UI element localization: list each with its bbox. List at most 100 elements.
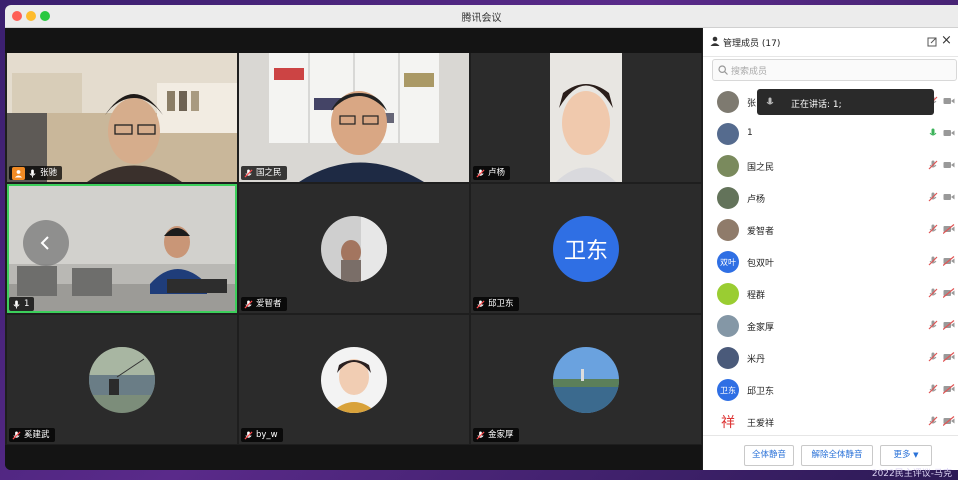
mic-muted-icon[interactable]: [928, 288, 938, 298]
video-tile[interactable]: 金家厚: [471, 315, 701, 444]
camera-off-icon[interactable]: [943, 384, 955, 394]
member-row[interactable]: 祥 王爱祥: [703, 406, 958, 438]
participant-avatar: [89, 346, 155, 413]
camera-off-icon[interactable]: [943, 320, 955, 330]
mic-muted-icon: [244, 168, 253, 178]
member-row[interactable]: 卢杨: [703, 182, 958, 214]
mic-muted-icon: [244, 430, 253, 440]
back-button[interactable]: [23, 220, 69, 266]
host-badge-icon: [12, 166, 25, 180]
member-row[interactable]: 金家厚: [703, 310, 958, 342]
participant-video: [7, 53, 237, 182]
member-row[interactable]: 国之民: [703, 150, 958, 182]
video-tile[interactable]: by_w: [239, 315, 469, 444]
mic-icon[interactable]: [928, 128, 938, 138]
camera-off-icon[interactable]: [943, 352, 955, 362]
meeting-window: 腾讯会议 张驰 国之民 卢杨 1 爱智者 卫东 邱卫东 奚建武 by_w 金家厚…: [5, 5, 958, 470]
mic-muted-icon[interactable]: [928, 416, 938, 426]
avatar-initials: 卫东: [563, 238, 608, 264]
avatar-initials: 卫东: [720, 385, 736, 395]
mic-muted-icon: [244, 299, 253, 309]
member-row[interactable]: 爱智者: [703, 214, 958, 246]
mic-muted-icon: [476, 430, 485, 440]
participant-avatar: [321, 346, 387, 413]
member-name: 金家厚: [747, 323, 775, 333]
member-name: 爱智者: [747, 227, 775, 237]
member-avatar: [717, 219, 739, 241]
popout-icon[interactable]: [927, 37, 937, 47]
speaking-text: 正在讲话: 1;: [791, 100, 842, 110]
search-icon: [718, 65, 728, 75]
mic-muted-icon[interactable]: [928, 352, 938, 362]
video-tile-active-speaker[interactable]: 1: [7, 184, 237, 313]
video-tile[interactable]: 张驰: [7, 53, 237, 182]
member-row[interactable]: 1: [703, 118, 958, 150]
mic-muted-icon: [12, 430, 21, 440]
video-tile[interactable]: 卢杨: [471, 53, 701, 182]
member-name: 1: [747, 128, 753, 138]
mic-muted-icon[interactable]: [928, 192, 938, 202]
camera-off-icon[interactable]: [943, 256, 955, 266]
member-name: 张: [747, 99, 757, 109]
member-row[interactable]: 卫东 邱卫东: [703, 374, 958, 406]
member-avatar: [717, 155, 739, 177]
mic-muted-icon[interactable]: [928, 320, 938, 330]
member-panel-title: 管理成员 (17): [723, 39, 781, 49]
mic-muted-icon[interactable]: [928, 384, 938, 394]
member-panel-footer: 全体静音 解除全体静音 更多 ▼: [703, 435, 958, 470]
mic-icon: [766, 97, 774, 105]
close-panel-button[interactable]: ×: [941, 33, 952, 48]
avatar-initials: 双叶: [720, 257, 736, 267]
mic-muted-icon[interactable]: [928, 224, 938, 234]
member-avatar: 卫东: [717, 379, 739, 401]
watermark-text: 2022民主评议-马克: [871, 469, 952, 479]
mute-all-button[interactable]: 全体静音: [744, 445, 794, 466]
member-avatar: [717, 91, 739, 113]
member-row[interactable]: 双叶 包双叶: [703, 246, 958, 278]
camera-off-icon[interactable]: [943, 288, 955, 298]
member-search-input[interactable]: 搜索成员: [712, 59, 957, 81]
member-name: 邱卫东: [747, 387, 775, 397]
mic-muted-icon[interactable]: [928, 256, 938, 266]
participant-avatar: [321, 215, 387, 282]
camera-icon[interactable]: [943, 192, 955, 202]
member-avatar: [717, 315, 739, 337]
participant-video: [471, 53, 701, 182]
member-name: 卢杨: [747, 195, 766, 205]
participant-name: 1: [24, 299, 30, 309]
member-name: 程群: [747, 291, 766, 301]
camera-icon[interactable]: [943, 160, 955, 170]
camera-icon[interactable]: [943, 128, 955, 138]
mic-muted-icon[interactable]: [928, 160, 938, 170]
video-top-strip: [5, 28, 702, 53]
mic-muted-icon: [476, 299, 485, 309]
video-tile[interactable]: 卫东 邱卫东: [471, 184, 701, 313]
camera-off-icon[interactable]: [943, 224, 955, 234]
unmute-all-button[interactable]: 解除全体静音: [801, 445, 873, 466]
video-tile[interactable]: 国之民: [239, 53, 469, 182]
member-row[interactable]: 程群: [703, 278, 958, 310]
mic-icon: [13, 299, 20, 309]
member-avatar: 双叶: [717, 251, 739, 273]
participant-name-label: 1: [9, 297, 35, 311]
participant-name-label: 邱卫东: [473, 297, 519, 311]
member-avatar: [717, 283, 739, 305]
video-tile[interactable]: 奚建武: [7, 315, 237, 444]
speaking-tooltip: 正在讲话: 1;: [757, 89, 934, 115]
participant-name: 张驰: [40, 168, 58, 178]
mic-icon: [29, 168, 36, 178]
member-avatar: [717, 123, 739, 145]
more-button[interactable]: 更多 ▼: [880, 445, 932, 466]
video-tile[interactable]: 爱智者: [239, 184, 469, 313]
camera-icon[interactable]: [943, 96, 955, 106]
member-name: 米丹: [747, 355, 766, 365]
participant-name-label: by_w: [241, 428, 283, 442]
camera-off-icon[interactable]: [943, 416, 955, 426]
member-avatar: 祥: [717, 411, 739, 433]
participant-name: 金家厚: [488, 430, 514, 440]
participant-name-label: 奚建武: [9, 428, 55, 442]
member-name: 包双叶: [747, 259, 775, 269]
member-row[interactable]: 米丹: [703, 342, 958, 374]
participant-name: by_w: [256, 430, 278, 440]
video-grid: 张驰 国之民 卢杨 1 爱智者 卫东 邱卫东 奚建武 by_w 金家厚: [7, 53, 702, 445]
